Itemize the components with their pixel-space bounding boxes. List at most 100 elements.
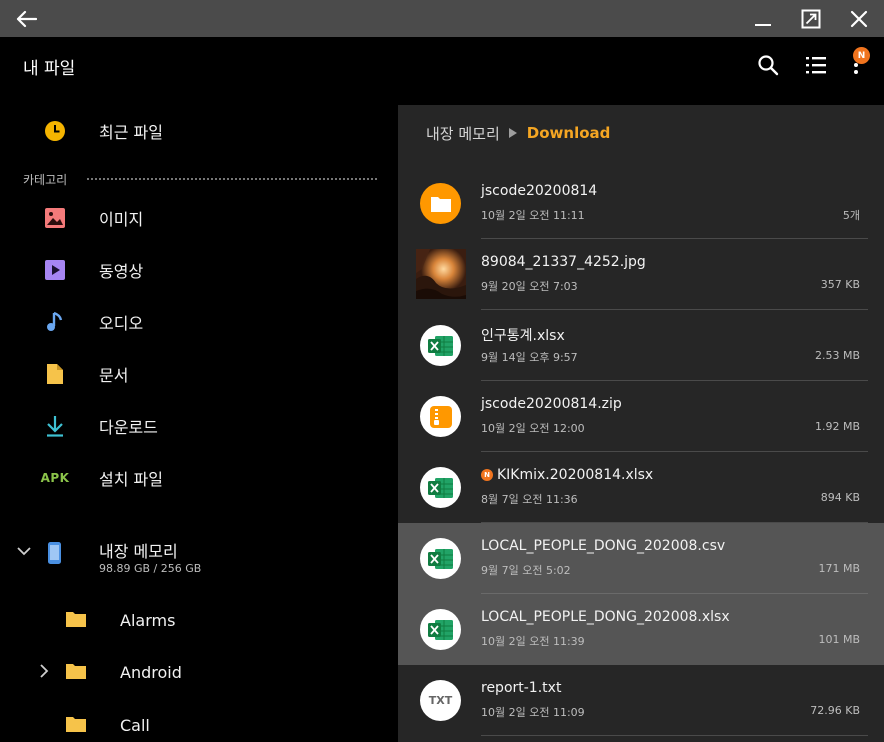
folder-item-call[interactable]: Call (0, 700, 398, 742)
window-titlebar (0, 0, 884, 37)
txt-icon: TXT (420, 680, 461, 721)
maximize-icon (801, 9, 821, 28)
category-header: 카테고리 (23, 173, 68, 187)
txt-icon-label: TXT (428, 694, 453, 707)
file-name: report-1.txt (481, 680, 562, 696)
excel-icon (420, 609, 461, 650)
file-size: 894 KB (820, 491, 860, 504)
file-date: 10월 2일 오전 12:00 (481, 422, 585, 435)
file-date: 10월 2일 오전 11:39 (481, 635, 585, 648)
row-divider (481, 735, 868, 736)
zip-icon (420, 396, 461, 437)
sidebar-item-label: 설치 파일 (99, 470, 163, 489)
folder-item-alarms[interactable]: Alarms (0, 595, 398, 647)
file-row-selected[interactable]: LOCAL_PEOPLE_DONG_202008.csv 9월 7일 오전 5:… (398, 523, 884, 594)
file-name: jscode20200814 (481, 183, 598, 199)
file-size: 2.53 MB (814, 349, 860, 362)
sidebar-item-label: 다운로드 (99, 418, 158, 437)
sidebar-item-label: 문서 (99, 366, 129, 385)
folder-icon (66, 717, 86, 732)
sidebar-item-label: 이미지 (99, 210, 144, 229)
sidebar-item-label: 동영상 (99, 262, 144, 281)
folder-icon (66, 612, 86, 627)
folder-label: Call (120, 716, 150, 735)
audio-icon (43, 310, 67, 334)
folder-item-android[interactable]: Android (0, 647, 398, 699)
sidebar-item-audio[interactable]: 오디오 (0, 299, 398, 345)
sidebar-item-videos[interactable]: 동영상 (0, 247, 398, 293)
sidebar-item-recent[interactable]: 최근 파일 (0, 108, 398, 154)
folder-icon (420, 183, 461, 224)
file-date: 9월 20일 오전 7:03 (481, 280, 578, 293)
file-row[interactable]: N KIKmix.20200814.xlsx 8월 7일 오전 11:36 89… (398, 452, 884, 523)
excel-icon (420, 538, 461, 579)
file-date: 10월 2일 오전 11:09 (481, 706, 585, 719)
sidebar-item-documents[interactable]: 문서 (0, 351, 398, 397)
file-date: 8월 7일 오전 11:36 (481, 493, 578, 506)
file-date: 10월 2일 오전 11:11 (481, 209, 585, 222)
close-icon (850, 10, 868, 27)
breadcrumb-root[interactable]: 내장 메모리 (426, 123, 500, 144)
file-name: LOCAL_PEOPLE_DONG_202008.xlsx (481, 609, 730, 625)
file-row[interactable]: 인구통계.xlsx 9월 14일 오후 9:57 2.53 MB (398, 310, 884, 381)
maximize-button[interactable] (789, 0, 833, 37)
file-name: 인구통계.xlsx (481, 328, 565, 344)
sidebar-item-label: 오디오 (99, 314, 144, 333)
folder-label: Android (120, 663, 182, 682)
image-thumbnail (416, 249, 466, 299)
breadcrumb-current: Download (526, 124, 611, 142)
image-icon (43, 206, 67, 230)
storage-name: 내장 메모리 (99, 542, 178, 561)
list-view-icon (806, 57, 826, 74)
minimize-icon (755, 23, 771, 26)
app-title: 내 파일 (23, 59, 76, 79)
sidebar: 최근 파일 카테고리 이미지 동영상 오디오 문서 다운로드 APK 설치 파일… (0, 93, 398, 742)
arrow-left-icon (16, 10, 37, 27)
file-size: 5개 (842, 209, 860, 222)
breadcrumb: 내장 메모리 Download (426, 122, 610, 144)
internal-storage-item[interactable]: 내장 메모리 98.89 GB / 256 GB (0, 530, 398, 582)
sidebar-item-label: 최근 파일 (99, 123, 163, 142)
file-name: KIKmix.20200814.xlsx (497, 467, 654, 483)
file-row[interactable]: 89084_21337_4252.jpg 9월 20일 오전 7:03 357 … (398, 239, 884, 310)
download-icon (43, 414, 67, 438)
file-row[interactable]: jscode20200814 10월 2일 오전 11:11 5개 (398, 168, 884, 239)
new-file-badge: N (481, 469, 493, 481)
file-row-selected[interactable]: LOCAL_PEOPLE_DONG_202008.xlsx 10월 2일 오전 … (398, 594, 884, 665)
video-icon (43, 258, 67, 282)
apk-icon: APK (40, 471, 70, 485)
folder-label: Alarms (120, 611, 176, 630)
back-button[interactable] (4, 0, 48, 37)
file-row[interactable]: TXT report-1.txt 10월 2일 오전 11:09 72.96 K… (398, 665, 884, 736)
search-icon (758, 55, 779, 76)
file-size: 171 MB (818, 562, 860, 575)
app-bar: 내 파일 (0, 37, 884, 93)
sidebar-item-images[interactable]: 이미지 (0, 195, 398, 241)
file-row[interactable]: jscode20200814.zip 10월 2일 오전 12:00 1.92 … (398, 381, 884, 452)
excel-icon (420, 467, 461, 508)
close-button[interactable] (837, 0, 881, 37)
document-icon (43, 362, 67, 386)
file-name: jscode20200814.zip (481, 396, 622, 412)
file-date: 9월 7일 오전 5:02 (481, 564, 571, 577)
file-name-wrapper: N KIKmix.20200814.xlsx (481, 467, 653, 483)
chevron-down-icon[interactable] (15, 544, 33, 558)
list-view-button[interactable] (799, 49, 833, 81)
file-size: 72.96 KB (810, 704, 860, 717)
phone-icon (48, 542, 61, 564)
category-divider (87, 178, 377, 180)
file-list-panel: 내장 메모리 Download jscode20200814 10월 2일 오전… (398, 105, 884, 742)
breadcrumb-separator-icon (508, 128, 517, 138)
excel-icon (420, 325, 461, 366)
storage-size: 98.89 GB / 256 GB (99, 562, 202, 575)
file-date: 9월 14일 오후 9:57 (481, 351, 578, 364)
file-size: 1.92 MB (814, 420, 860, 433)
sidebar-item-downloads[interactable]: 다운로드 (0, 403, 398, 449)
clock-icon (43, 119, 67, 143)
sidebar-item-installers[interactable]: APK 설치 파일 (0, 455, 398, 501)
search-button[interactable] (751, 49, 785, 81)
minimize-button[interactable] (741, 0, 785, 37)
new-notification-badge: N (853, 47, 870, 64)
file-size: 357 KB (820, 278, 860, 291)
chevron-right-icon[interactable] (38, 663, 50, 679)
